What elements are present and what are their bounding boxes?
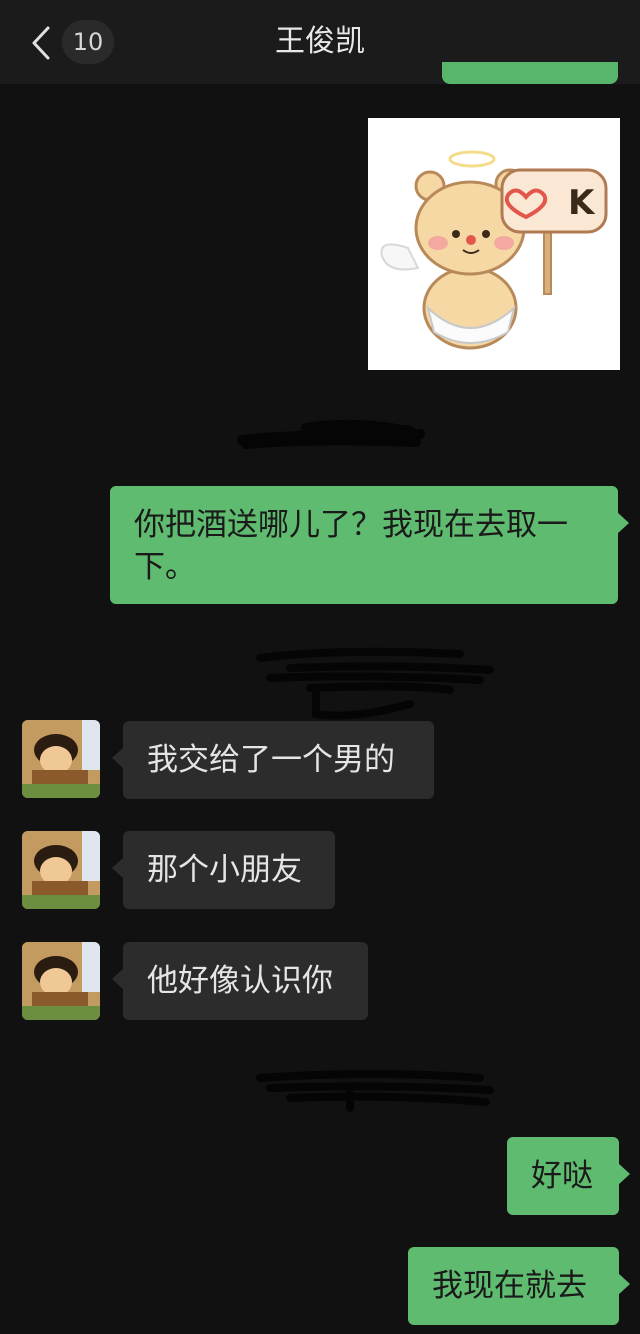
bear-ok-sticker[interactable]: K [368,118,620,370]
message-bubble-outgoing[interactable]: 我现在就去 [408,1247,630,1325]
message-text: 好哒 [531,1158,593,1194]
back-button[interactable]: 10 [24,18,114,66]
sticker-sign-text: K [568,183,596,223]
bear-angel-illustration: K [380,150,608,350]
message-text: 你把酒送哪儿了？我现在去取一下。 [134,507,568,585]
message-bubble-outgoing[interactable]: 好哒 [507,1137,630,1215]
message-bubble-outgoing[interactable]: 你把酒送哪儿了？我现在去取一下。 [110,486,629,604]
redacted-timestamp [256,647,494,720]
anime-avatar-image [22,831,100,909]
contact-name[interactable]: 王俊凯 [220,20,420,64]
message-bubble-incoming[interactable]: 他好像认识你 [112,942,368,1020]
contact-avatar[interactable] [22,720,100,798]
contact-avatar[interactable] [22,942,100,1020]
chevron-left-icon [32,26,50,60]
anime-avatar-image [22,720,100,798]
redacted-timestamp [237,419,425,449]
message-text: 我现在就去 [432,1268,587,1304]
redacted-timestamp [256,1070,494,1112]
anime-avatar-image [22,942,100,1020]
unread-count-badge: 10 [62,20,114,64]
message-text: 我交给了一个男的 [147,742,395,778]
previous-message-bubble[interactable] [442,62,618,84]
contact-avatar[interactable] [22,831,100,909]
message-bubble-incoming[interactable]: 我交给了一个男的 [112,721,434,799]
message-text: 那个小朋友 [147,852,302,888]
message-text: 他好像认识你 [147,963,333,999]
message-bubble-incoming[interactable]: 那个小朋友 [112,831,335,909]
